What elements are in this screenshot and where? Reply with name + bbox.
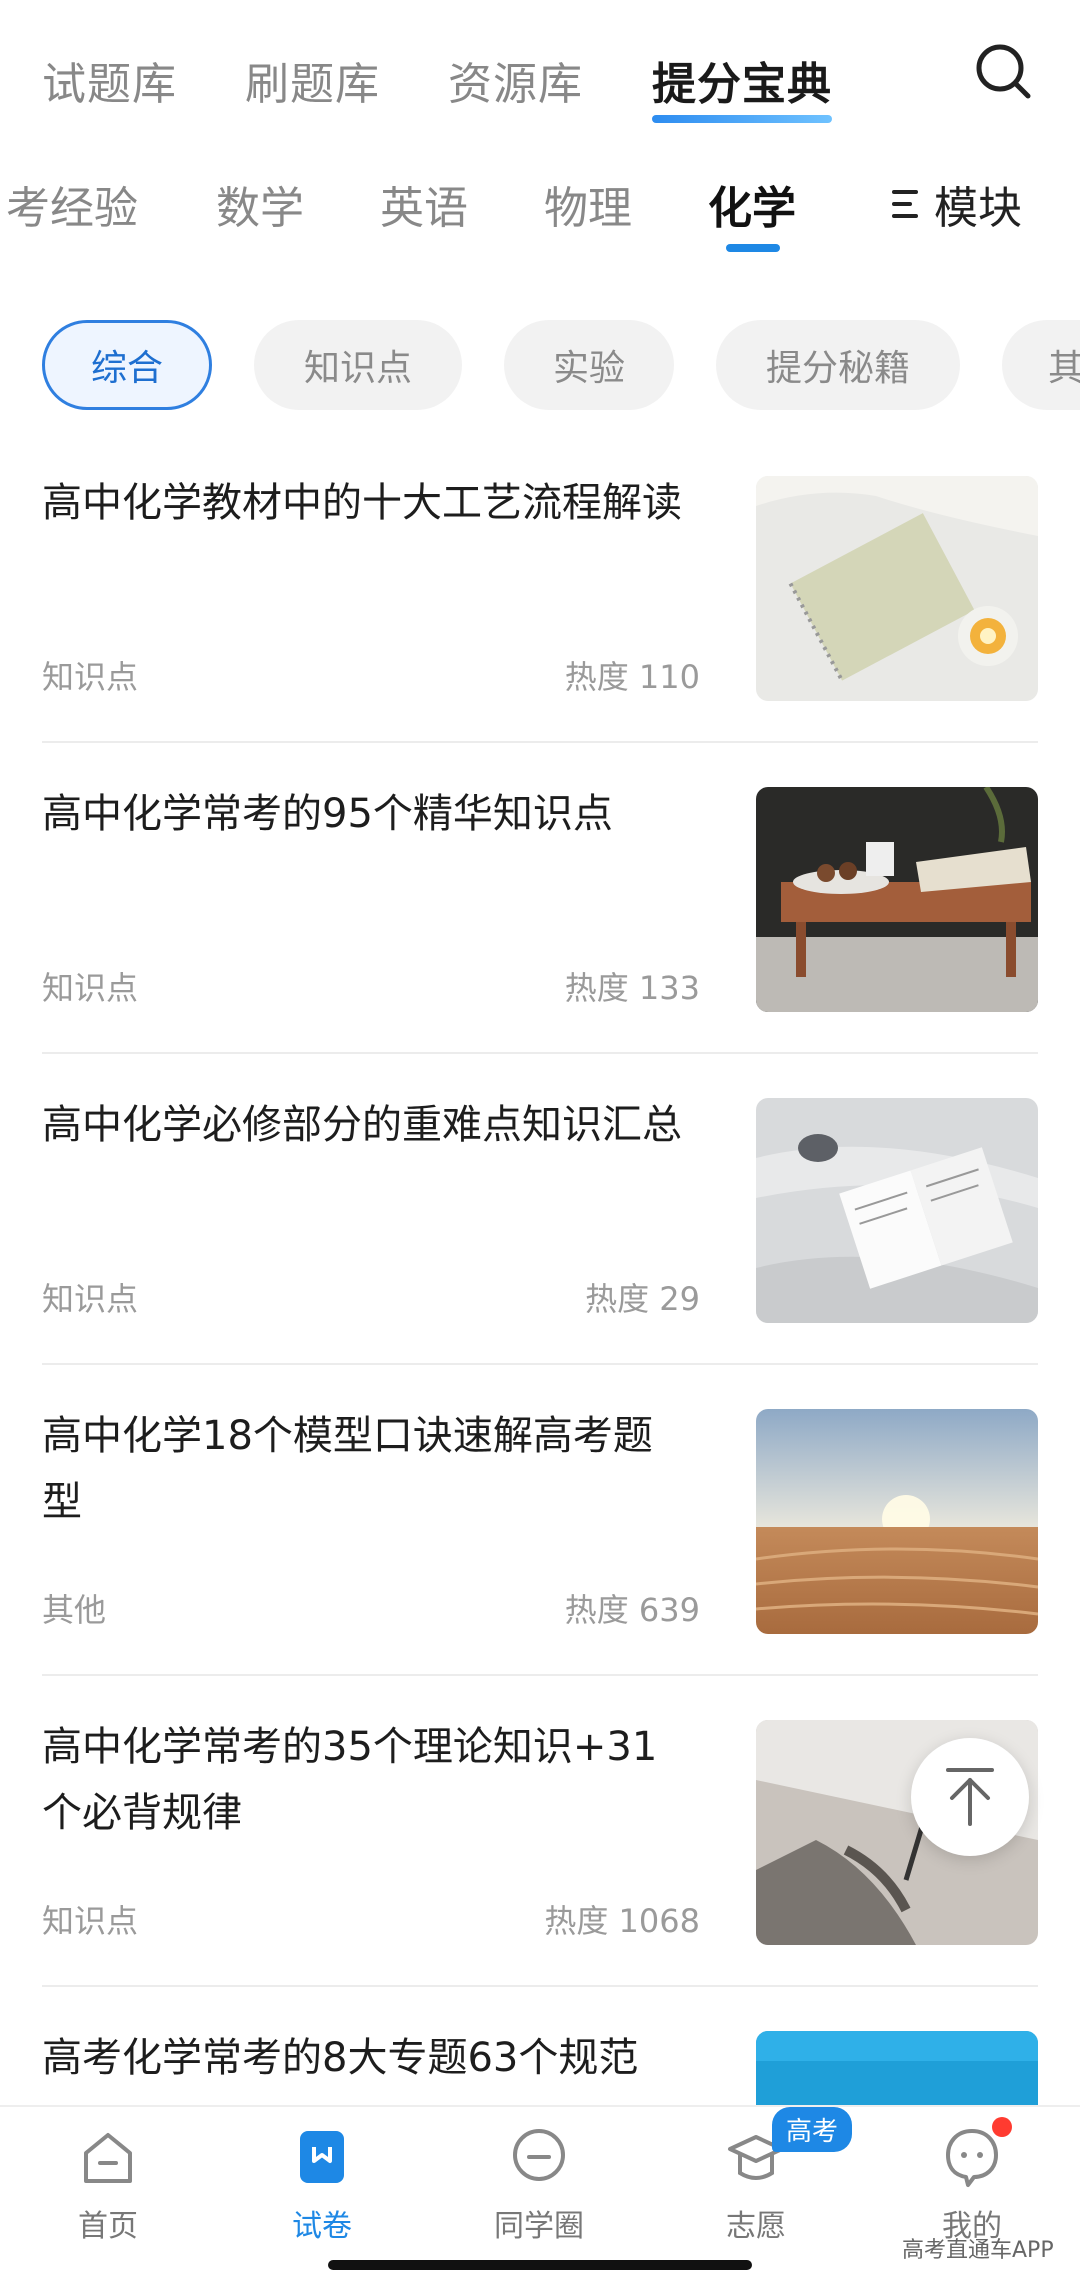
article-thumbnail	[756, 787, 1038, 1012]
article-tag: 知识点	[42, 969, 139, 1007]
subject-tab-bar: 考经验 数学 英语 物理 化学 模块	[0, 160, 1080, 260]
subject-tab-physics[interactable]: 物理	[544, 172, 632, 236]
nav-label: 试卷	[292, 2209, 352, 2244]
article-list: 高中化学教材中的十大工艺流程解读 知识点 热度 110 高中化学常考的95个精华…	[0, 460, 1080, 2285]
divider	[42, 1052, 1038, 1054]
chip-general[interactable]: 综合	[42, 320, 212, 410]
article-heat: 热度 110	[564, 658, 700, 696]
tab-score-guide[interactable]: 提分宝典	[652, 48, 832, 112]
filter-chip-bar: 综合 知识点 实验 提分秘籍 其	[0, 320, 1080, 412]
article-thumbnail	[756, 476, 1038, 701]
divider	[42, 1985, 1038, 1987]
list-item[interactable]: 高中化学常考的35个理论知识+31个必背规律 知识点 热度 1068	[0, 1704, 1080, 2015]
active-tab-indicator	[652, 115, 832, 123]
nav-label: 志愿	[726, 2209, 786, 2244]
list-item[interactable]: 高中化学必修部分的重难点知识汇总 知识点 热度 29	[0, 1082, 1080, 1393]
back-to-top-button[interactable]	[911, 1738, 1029, 1856]
article-title: 高考化学常考的8大专题63个规范	[42, 2035, 639, 2081]
subject-tab-chemistry[interactable]: 化学	[708, 172, 796, 236]
watermark: 高考直通车APP	[902, 2238, 1054, 2263]
list-item[interactable]: 高中化学教材中的十大工艺流程解读 知识点 热度 110	[0, 460, 1080, 771]
divider	[42, 1674, 1038, 1676]
nav-label: 同学圈	[494, 2209, 584, 2244]
article-tag: 知识点	[42, 1280, 139, 1318]
article-title: 高中化学18个模型口诀速解高考题型	[42, 1413, 653, 1525]
divider	[42, 1363, 1038, 1365]
nav-mine[interactable]: 我的	[902, 2125, 1042, 2245]
article-title: 高中化学常考的35个理论知识+31个必背规律	[42, 1724, 658, 1836]
subject-active-indicator	[726, 244, 780, 252]
home-icon	[76, 2125, 140, 2189]
nav-label: 首页	[78, 2209, 138, 2244]
tab-practice-bank[interactable]: 刷题库	[245, 48, 380, 112]
subject-tab-math[interactable]: 数学	[216, 172, 304, 236]
chip-knowledge[interactable]: 知识点	[254, 320, 462, 410]
list-item[interactable]: 高中化学常考的95个精华知识点 知识点 热度 133	[0, 771, 1080, 1082]
tab-question-bank[interactable]: 试题库	[42, 48, 177, 112]
module-label: 模块	[934, 183, 1022, 234]
article-thumbnail	[756, 1098, 1038, 1323]
article-heat: 热度 133	[564, 969, 700, 1007]
article-title: 高中化学常考的95个精华知识点	[42, 791, 613, 837]
chat-bubble-icon	[507, 2125, 571, 2189]
nav-home[interactable]: 首页	[38, 2125, 178, 2245]
exam-paper-icon	[290, 2125, 354, 2189]
article-heat: 热度 29	[585, 1280, 700, 1318]
chip-other[interactable]: 其	[1002, 320, 1080, 410]
menu-icon	[892, 188, 920, 220]
top-tab-bar: 试题库 刷题库 资源库 提分宝典	[0, 40, 1080, 140]
subject-tab-experience[interactable]: 考经验	[6, 172, 138, 236]
chip-experiment[interactable]: 实验	[504, 320, 674, 410]
app-screen: 试题库 刷题库 资源库 提分宝典 考经验 数学 英语 物理 化学 模块 综合 知…	[0, 0, 1080, 2285]
arrow-up-icon	[946, 1768, 994, 1826]
list-item[interactable]: 高中化学18个模型口诀速解高考题型 其他 热度 639	[0, 1393, 1080, 1704]
article-thumbnail	[756, 1409, 1038, 1634]
article-heat: 热度 1068	[544, 1902, 700, 1940]
article-tag: 知识点	[42, 658, 139, 696]
notification-dot	[992, 2117, 1012, 2137]
profile-bubble-icon	[940, 2125, 1004, 2189]
nav-classmates[interactable]: 同学圈	[469, 2125, 609, 2245]
article-title: 高中化学教材中的十大工艺流程解读	[42, 480, 682, 526]
home-indicator	[328, 2260, 752, 2270]
article-title: 高中化学必修部分的重难点知识汇总	[42, 1102, 682, 1148]
module-button[interactable]: 模块	[892, 172, 1022, 236]
article-tag: 其他	[42, 1591, 107, 1629]
article-tag: 知识点	[42, 1902, 139, 1940]
search-icon[interactable]	[972, 40, 1036, 104]
article-heat: 热度 639	[564, 1591, 700, 1629]
subject-tab-english[interactable]: 英语	[380, 172, 468, 236]
tab-resource-bank[interactable]: 资源库	[448, 48, 583, 112]
gaokao-badge: 高考	[772, 2107, 853, 2152]
divider	[42, 741, 1038, 743]
nav-papers[interactable]: 试卷	[252, 2125, 392, 2245]
chip-tips[interactable]: 提分秘籍	[716, 320, 960, 410]
